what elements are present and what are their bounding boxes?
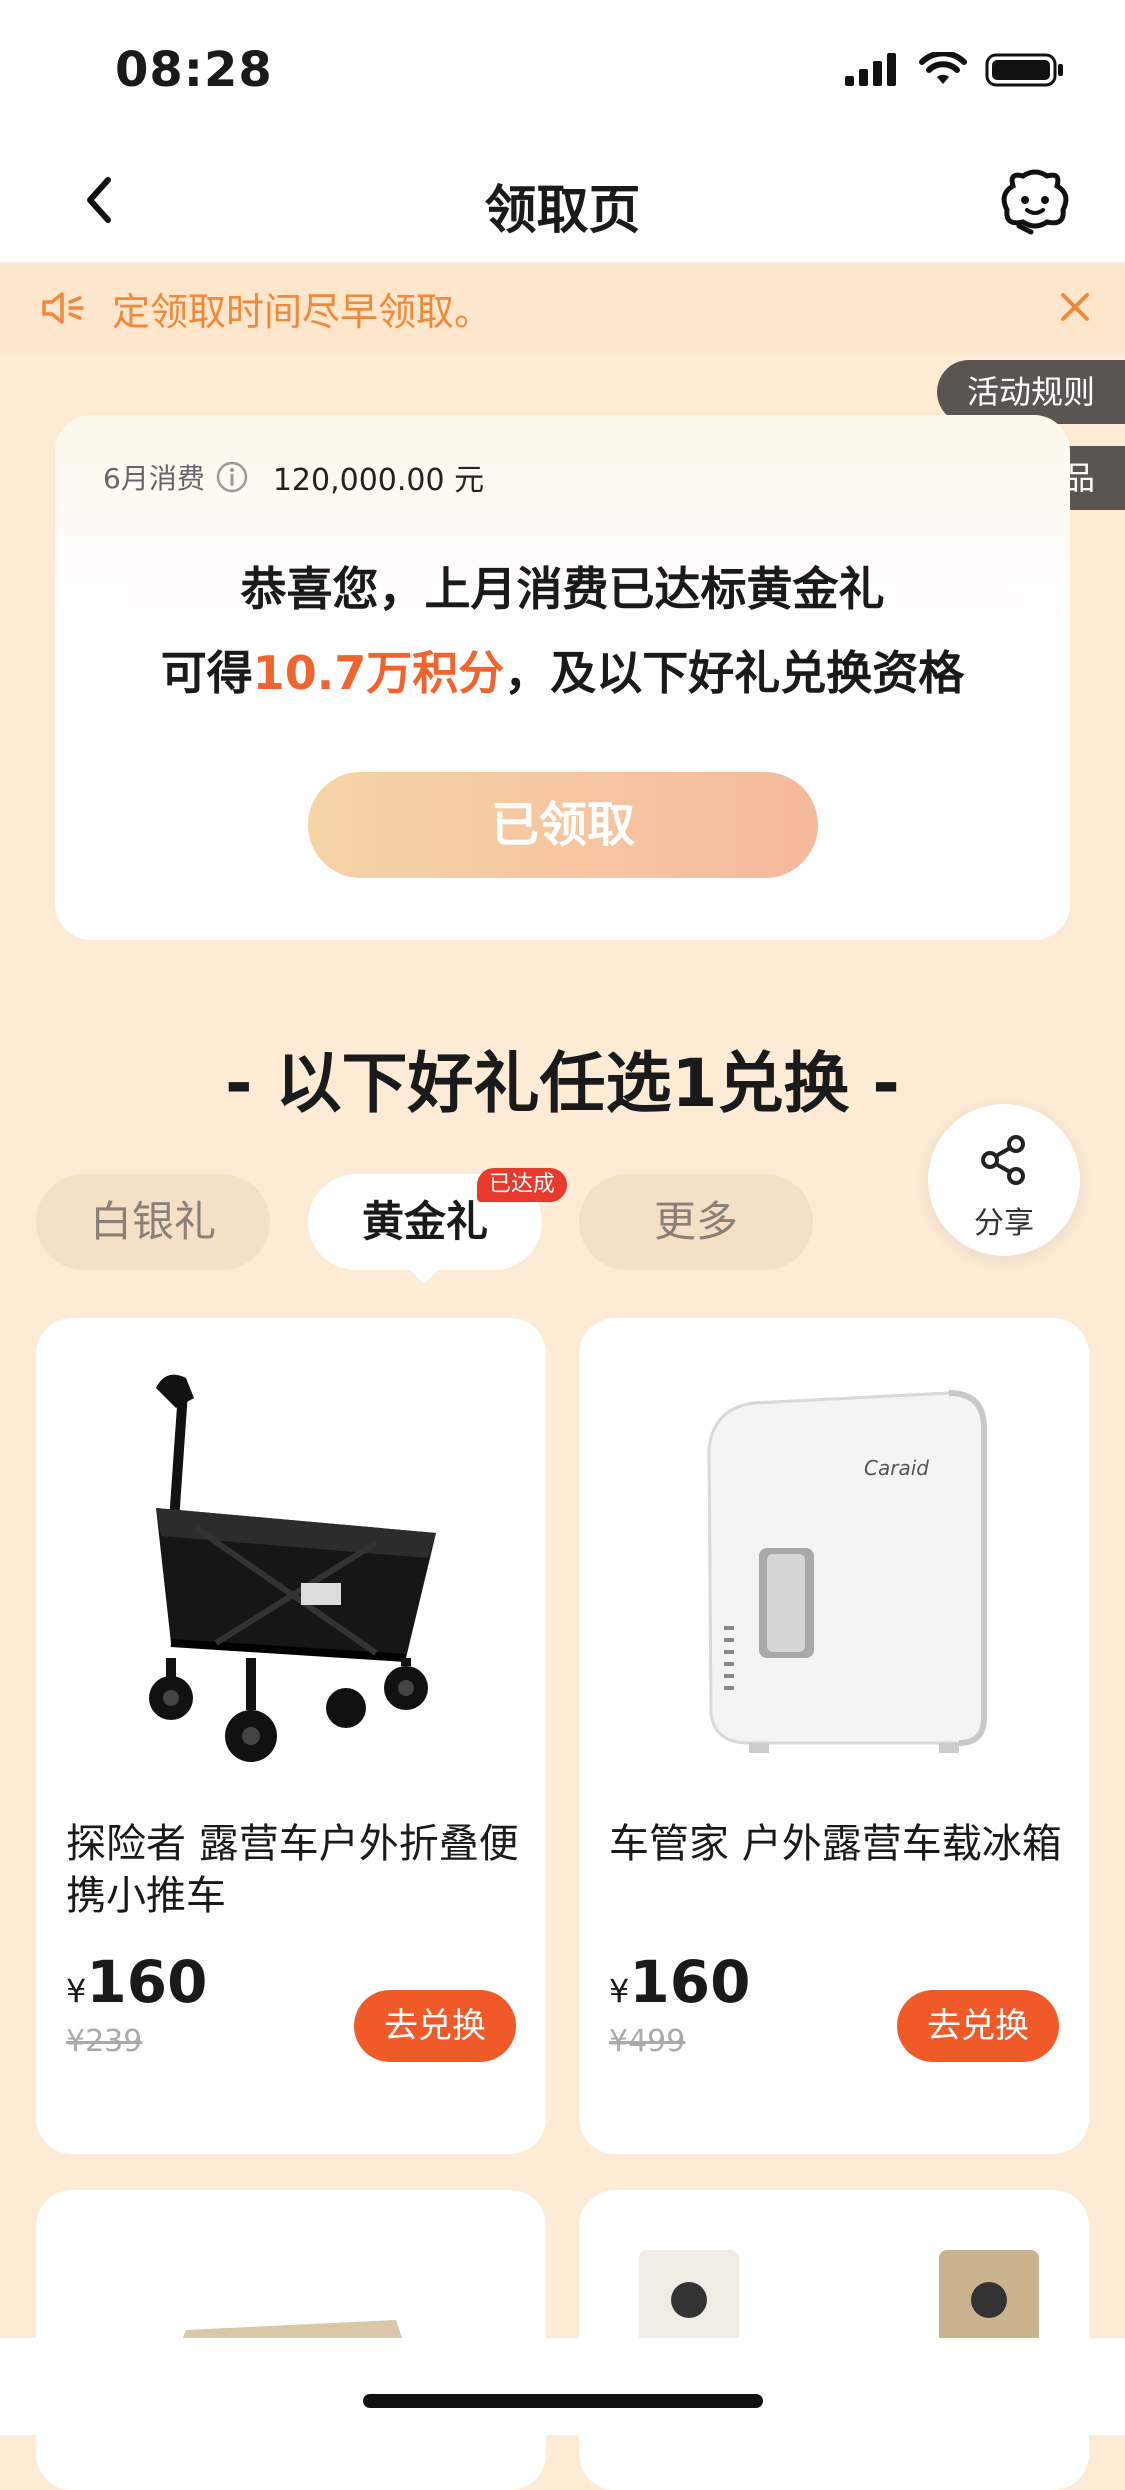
- congrats-line-2: 可得10.7万积分，及以下好礼兑换资格: [55, 637, 1070, 703]
- product-name: 探险者 露营车户外折叠便携小推车: [66, 1821, 519, 1919]
- home-bar: [0, 2338, 1125, 2435]
- share-icon: [981, 1135, 1025, 1185]
- price-value: 160: [629, 1948, 751, 2016]
- congrats-prefix: 可得: [160, 646, 253, 700]
- wifi-icon: [919, 52, 967, 84]
- price: ¥160: [609, 1948, 750, 2016]
- redeem-button[interactable]: 去兑换: [354, 1990, 516, 2062]
- close-icon[interactable]: [1055, 287, 1095, 327]
- price: ¥160: [66, 1948, 207, 2016]
- currency-symbol: ¥: [66, 1972, 87, 2010]
- speaker-icon: [42, 292, 84, 324]
- notice-bar: ‌定领取时间尽早领取。: [0, 263, 1125, 353]
- congrats-line-1: 恭喜您，上月消费已达标黄金礼: [240, 562, 885, 616]
- brand-logo: Caraid: [864, 1456, 929, 1480]
- status-icons: [845, 52, 1065, 88]
- nav-bar: 领取页: [0, 140, 1125, 263]
- spend-row: 6月消费 120,000.00 元: [103, 455, 484, 499]
- claimed-button[interactable]: 已领取: [308, 772, 818, 878]
- folding-wagon-icon: [149, 1374, 436, 1762]
- currency-symbol: ¥: [609, 1972, 630, 2010]
- product-card[interactable]: Caraid 车管家 户外露营车载冰箱 ¥160 ¥499 去兑换: [579, 1318, 1089, 2154]
- notice-text: ‌定领取时间尽早领取。: [112, 290, 493, 334]
- info-icon[interactable]: [215, 460, 249, 494]
- product-card[interactable]: 探险者 露营车户外折叠便携小推车 ¥160 ¥239 去兑换: [36, 1318, 546, 2154]
- achieved-badge: 已达成: [477, 1168, 568, 1202]
- share-button[interactable]: 分享: [928, 1104, 1080, 1256]
- active-tab-pointer: [408, 1268, 440, 1284]
- battery-icon: [985, 53, 1063, 87]
- points-highlight: 10.7万积分: [252, 646, 505, 700]
- status-bar: 08:28: [0, 0, 1125, 140]
- price-value: 160: [86, 1948, 208, 2016]
- original-price: ¥239: [66, 2024, 143, 2059]
- spend-value: 120,000.00 元: [272, 463, 485, 498]
- tab-more[interactable]: 更多: [579, 1174, 813, 1270]
- status-time: 08:28: [115, 42, 273, 98]
- page-title: 领取页: [484, 181, 641, 241]
- summary-card: 6月消费 120,000.00 元 恭喜您，上月消费已达标黄金礼 可得10.7万…: [55, 415, 1070, 940]
- mini-fridge-icon: Caraid: [707, 1390, 987, 1753]
- customer-service-icon[interactable]: [995, 166, 1075, 238]
- spend-label: 6月消费: [103, 462, 205, 495]
- tab-silver[interactable]: 白银礼: [36, 1174, 270, 1270]
- share-label: 分享: [974, 1206, 1034, 1241]
- congrats-suffix: ，及以下好礼兑换资格: [504, 646, 965, 700]
- redeem-button[interactable]: 去兑换: [897, 1990, 1059, 2062]
- section-title: - 以下好礼任选1兑换 -: [225, 1045, 900, 1122]
- signal-icon: [845, 53, 896, 86]
- home-indicator[interactable]: [363, 2394, 763, 2408]
- original-price: ¥499: [609, 2024, 686, 2059]
- product-name: 车管家 户外露营车载冰箱: [609, 1821, 1062, 1867]
